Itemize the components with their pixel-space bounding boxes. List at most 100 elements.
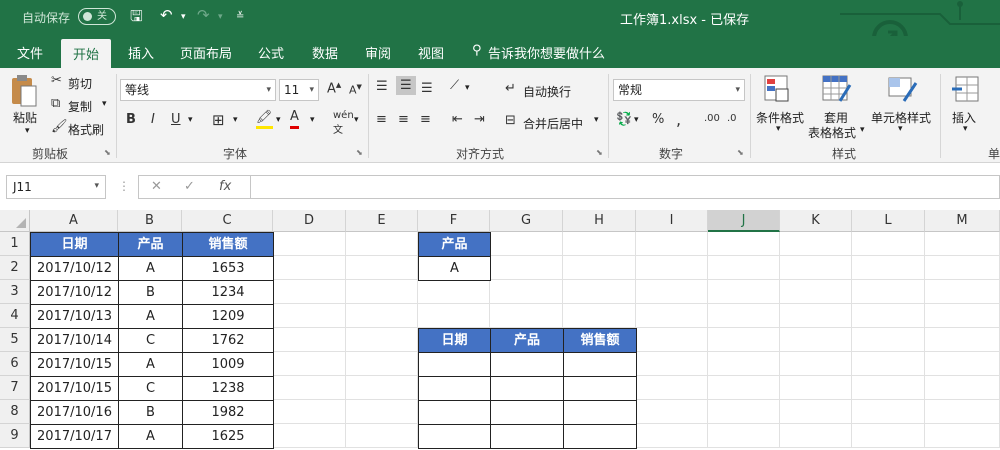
save-icon[interactable]: 🖫 (130, 6, 143, 31)
table-data-cell[interactable]: C (118, 376, 183, 401)
font-name-dropdown-icon[interactable]: ▾ (266, 80, 271, 100)
comma-icon[interactable]: , (676, 110, 681, 129)
cell[interactable] (563, 280, 636, 304)
tell-me-search[interactable]: 告诉我你想要做什么 (488, 43, 605, 62)
column-header-g[interactable]: G (490, 210, 563, 232)
align-bottom-icon[interactable]: ☰ (421, 81, 433, 96)
cell[interactable] (346, 376, 418, 400)
copy-button[interactable]: 复制 (68, 98, 92, 115)
cell[interactable] (490, 304, 563, 328)
cell-styles-dropdown-icon[interactable]: ▾ (898, 124, 903, 134)
cell[interactable] (563, 256, 636, 280)
font-launcher-icon[interactable]: ⬊ (356, 148, 363, 157)
cell[interactable] (925, 280, 1000, 304)
column-header-j[interactable]: J (708, 210, 780, 232)
accounting-dropdown-icon[interactable]: ▾ (634, 115, 639, 125)
column-header-c[interactable]: C (182, 210, 273, 232)
cell[interactable] (346, 256, 418, 280)
fill-color-icon[interactable]: 🖍 (256, 110, 273, 129)
table-data-cell[interactable]: 1234 (182, 280, 274, 305)
row-header-8[interactable]: 8 (0, 400, 30, 424)
cell[interactable] (346, 280, 418, 304)
column-header-i[interactable]: I (636, 210, 708, 232)
table-data-cell[interactable]: A (118, 304, 183, 329)
underline-icon[interactable]: U (171, 112, 181, 127)
result-header-cell[interactable]: 日期 (418, 328, 491, 353)
table-data-cell[interactable]: 2017/10/15 (30, 352, 119, 377)
cell[interactable] (925, 400, 1000, 424)
cell[interactable] (780, 328, 852, 352)
copy-icon[interactable]: ⧉ (51, 96, 60, 111)
fill-color-dropdown-icon[interactable]: ▾ (276, 115, 281, 125)
table-data-cell[interactable]: B (118, 280, 183, 305)
row-header-5[interactable]: 5 (0, 328, 30, 352)
cell[interactable] (346, 400, 418, 424)
table-data-cell[interactable]: 2017/10/12 (30, 256, 119, 281)
cancel-icon[interactable]: ✕ (151, 179, 162, 194)
column-header-l[interactable]: L (852, 210, 925, 232)
table-data-cell[interactable]: 1209 (182, 304, 274, 329)
conditional-formatting-icon[interactable] (764, 75, 792, 105)
table-data-cell[interactable]: 1653 (182, 256, 274, 281)
table-data-cell[interactable]: 2017/10/16 (30, 400, 119, 425)
cell[interactable] (708, 256, 780, 280)
align-top-icon[interactable]: ☰ (376, 79, 388, 94)
cell[interactable] (636, 280, 708, 304)
clipboard-launcher-icon[interactable]: ⬊ (104, 148, 111, 157)
table-data-cell[interactable]: 1762 (182, 328, 274, 353)
cell[interactable] (925, 424, 1000, 448)
result-empty-cell[interactable] (490, 376, 564, 401)
cut-button[interactable]: 剪切 (68, 75, 92, 92)
row-header-2[interactable]: 2 (0, 256, 30, 280)
cell[interactable] (490, 256, 563, 280)
cell[interactable] (852, 400, 925, 424)
decrease-font-icon[interactable]: A▼ (349, 83, 362, 97)
cell[interactable] (273, 328, 346, 352)
format-as-table-dropdown-icon[interactable]: ▾ (860, 125, 865, 135)
decrease-indent-icon[interactable]: ⇤ (452, 112, 463, 127)
result-empty-cell[interactable] (563, 352, 637, 377)
table-data-cell[interactable]: 1238 (182, 376, 274, 401)
cell[interactable] (273, 376, 346, 400)
number-launcher-icon[interactable]: ⬊ (737, 148, 744, 157)
cell[interactable] (925, 328, 1000, 352)
result-empty-cell[interactable] (418, 376, 491, 401)
table-data-cell[interactable]: 2017/10/12 (30, 280, 119, 305)
table-data-cell[interactable]: C (118, 328, 183, 353)
cell[interactable] (563, 304, 636, 328)
cell[interactable] (852, 352, 925, 376)
cell[interactable] (780, 304, 852, 328)
cell[interactable] (273, 352, 346, 376)
column-header-k[interactable]: K (780, 210, 852, 232)
tab-page-layout[interactable]: 页面布局 (180, 43, 232, 62)
cell[interactable] (780, 280, 852, 304)
column-header-m[interactable]: M (925, 210, 1000, 232)
font-name-combo[interactable]: 等线 ▾ (120, 79, 276, 101)
cell[interactable] (346, 328, 418, 352)
result-empty-cell[interactable] (418, 424, 491, 449)
orientation-icon[interactable]: ⟋ (450, 78, 459, 93)
row-header-6[interactable]: 6 (0, 352, 30, 376)
cell[interactable] (708, 232, 780, 256)
conditional-formatting-dropdown-icon[interactable]: ▾ (776, 124, 781, 134)
cell[interactable] (708, 280, 780, 304)
borders-dropdown-icon[interactable]: ▾ (233, 115, 238, 125)
table-header-cell[interactable]: 销售额 (182, 232, 274, 257)
row-header-9[interactable]: 9 (0, 424, 30, 448)
cell[interactable] (273, 304, 346, 328)
merge-dropdown-icon[interactable]: ▾ (594, 115, 599, 125)
cell[interactable] (925, 232, 1000, 256)
cell[interactable] (708, 424, 780, 448)
table-data-cell[interactable]: A (118, 352, 183, 377)
cell[interactable] (852, 328, 925, 352)
cell-styles-icon[interactable] (888, 75, 918, 105)
formula-bar-grip-icon[interactable]: ⋮ (118, 179, 130, 193)
cell[interactable] (490, 232, 563, 256)
redo-dropdown-icon[interactable]: ▾ (218, 12, 223, 22)
cell[interactable] (273, 280, 346, 304)
tab-home[interactable]: 开始 (61, 39, 112, 68)
paste-button[interactable]: 粘贴 (13, 109, 37, 126)
tab-review[interactable]: 审阅 (365, 43, 391, 62)
cell[interactable] (636, 328, 708, 352)
redo-icon[interactable]: ↷ (197, 6, 210, 24)
